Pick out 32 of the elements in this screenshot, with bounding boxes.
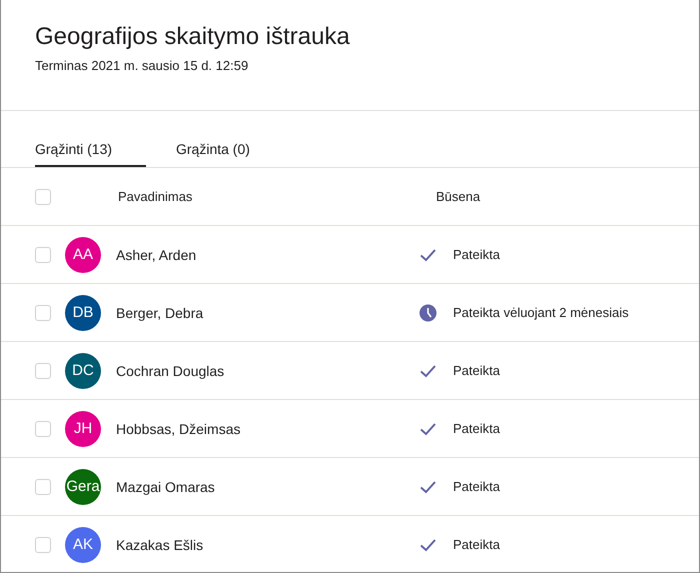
student-name[interactable]: Cochran Douglas [116,362,419,378]
clock-icon [419,304,437,322]
status-text: Pateikta [453,479,500,494]
status-text: Pateikta [453,363,500,378]
avatar: DB [65,294,101,330]
checkbox[interactable] [35,304,51,320]
student-name[interactable]: Asher, Arden [116,246,419,262]
checkbox[interactable] [35,188,51,204]
student-name[interactable]: Kazakas Ešlis [116,536,419,552]
checkbox[interactable] [35,362,51,378]
student-name[interactable]: Hobbsas, Džeimsas [116,420,419,436]
checkbox[interactable] [35,536,51,552]
student-name[interactable]: Mazgai Omaras [116,478,419,494]
column-header[interactable]: Pavadinimas [118,189,436,204]
tab[interactable]: Grąžinti (13) [35,111,146,167]
avatar: AK [65,526,101,562]
status-text: Pateikta [453,247,500,262]
status-text: Pateikta vėluojant 2 mėnesiais [453,305,629,320]
status-text: Pateikta [453,421,500,436]
checkbox[interactable] [35,478,51,494]
assignment-title: Geografijos skaitymo ištrauka [35,22,351,52]
avatar: Gera [65,468,101,504]
avatar: DC [65,352,101,388]
due-date: Terminas 2021 m. sausio 15 d. 12:59 [35,58,250,73]
avatar: JH [65,410,101,446]
column-header[interactable]: Būsena [436,189,480,204]
status-text: Pateikta [453,537,500,552]
tab[interactable]: Grąžinta (0) [176,111,287,167]
checkbox[interactable] [35,246,51,262]
checkbox[interactable] [35,420,51,436]
student-name[interactable]: Berger, Debra [116,304,419,320]
avatar: AA [65,236,101,272]
